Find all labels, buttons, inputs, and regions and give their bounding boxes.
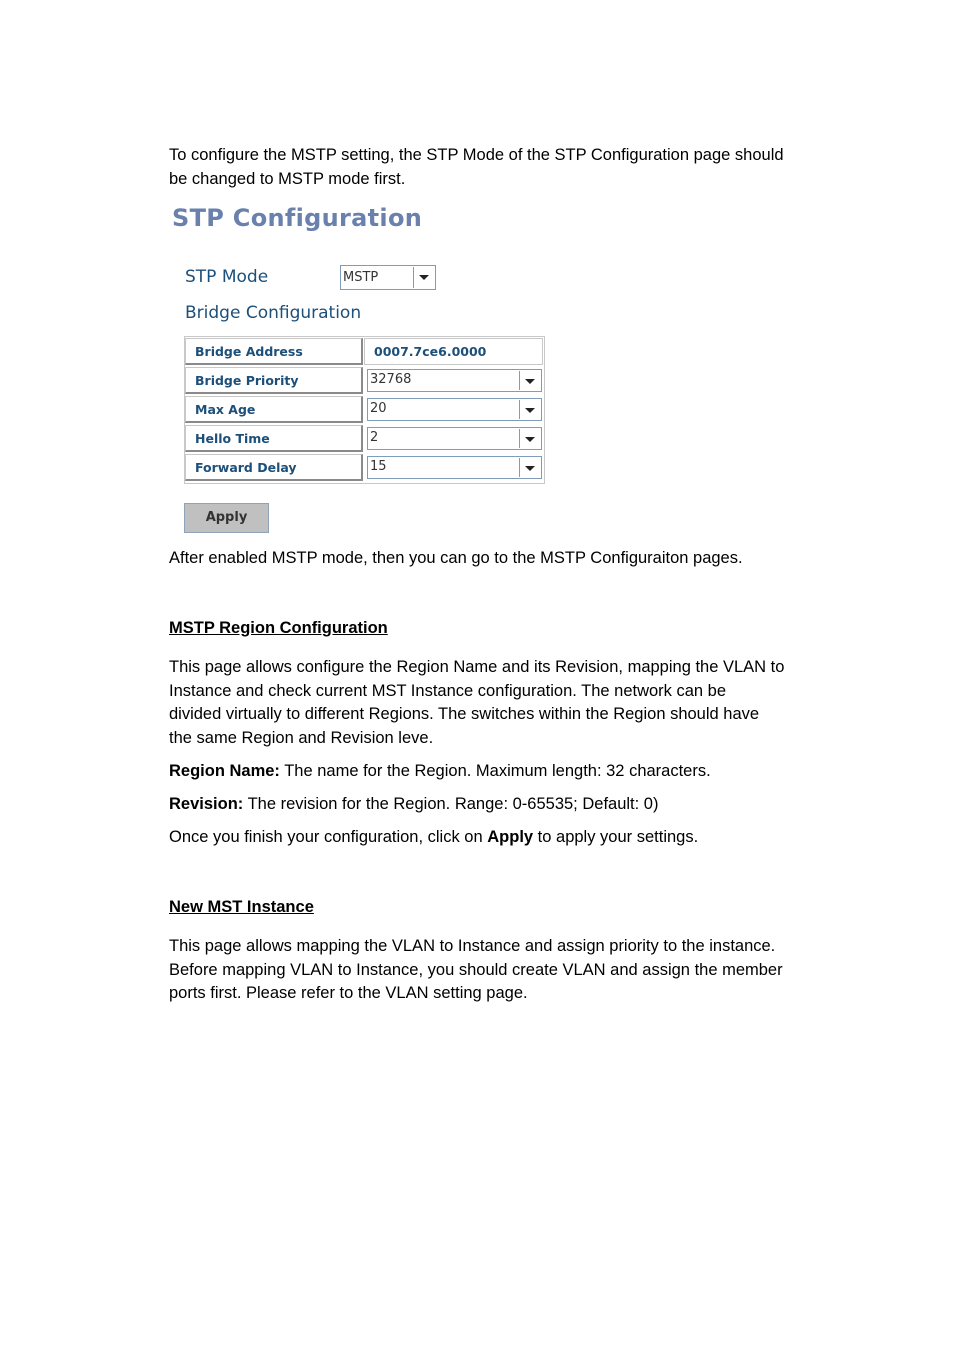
finish-apply-bold: Apply [487, 828, 534, 846]
bridge-configuration-title: Bridge Configuration [185, 303, 362, 323]
bridge-priority-label: Bridge Priority [185, 367, 363, 394]
max-age-value: 20 [370, 401, 387, 416]
revision-term: Revision: [169, 795, 244, 813]
chevron-down-icon[interactable] [519, 400, 540, 419]
region-name-term: Region Name: [169, 762, 280, 780]
new-mst-instance-heading: New MST Instance [169, 898, 314, 916]
finish-post: to apply your settings. [533, 828, 699, 846]
bridge-priority-value: 32768 [370, 372, 412, 387]
hello-time-select[interactable]: 2 [367, 427, 542, 450]
region-desc-line-1: This page allows configure the Region Na… [169, 658, 785, 676]
region-name-definition: Region Name: The name for the Region. Ma… [169, 760, 829, 784]
region-name-desc: The name for the Region. Maximum length:… [279, 762, 711, 780]
stp-mode-value: MSTP [343, 270, 379, 285]
finish-instruction: Once you finish your configuration, clic… [169, 826, 829, 850]
region-desc-line-2: Instance and check current MST Instance … [169, 681, 727, 700]
stp-config-title: STP Configuration [172, 204, 423, 232]
intro-line-2: be changed to MSTP mode first. [169, 169, 406, 188]
max-age-select[interactable]: 20 [367, 398, 542, 421]
table-row-bridge-address: Bridge Address 0007.7ce6.0000 [185, 337, 544, 366]
chevron-down-icon[interactable] [519, 458, 540, 477]
intro-line-1: To configure the MSTP setting, the STP M… [169, 146, 784, 164]
chevron-down-icon[interactable] [519, 429, 540, 448]
bridge-address-value: 0007.7ce6.0000 [364, 338, 543, 365]
revision-definition: Revision: The revision for the Region. R… [169, 793, 829, 817]
instance-desc-line-2: Before mapping VLAN to Instance, you sho… [169, 960, 783, 979]
chevron-down-icon[interactable] [413, 267, 434, 288]
stp-mode-label: STP Mode [185, 267, 269, 287]
table-row-forward-delay: Forward Delay 15 [185, 453, 544, 482]
region-desc-line-3: divided virtually to different Regions. … [169, 705, 760, 723]
region-desc-line-4: the same Region and Revision leve. [169, 728, 434, 747]
hello-time-value: 2 [370, 430, 379, 445]
instance-description: This page allows mapping the VLAN to Ins… [169, 935, 829, 1006]
bridge-address-label: Bridge Address [185, 338, 363, 365]
region-description: This page allows configure the Region Na… [169, 656, 829, 750]
table-row-bridge-priority: Bridge Priority 32768 [185, 366, 544, 395]
instance-desc-line-1: This page allows mapping the VLAN to Ins… [169, 937, 776, 955]
bridge-config-table: Bridge Address 0007.7ce6.0000 Bridge Pri… [184, 336, 545, 484]
apply-button[interactable]: Apply [184, 503, 269, 533]
mstp-region-heading: MSTP Region Configuration [169, 619, 388, 637]
table-row-max-age: Max Age 20 [185, 395, 544, 424]
table-row-hello-time: Hello Time 2 [185, 424, 544, 453]
after-enable-text: After enabled MSTP mode, then you can go… [169, 549, 743, 567]
bridge-priority-select[interactable]: 32768 [367, 369, 542, 392]
revision-desc: The revision for the Region. Range: 0-65… [243, 795, 659, 813]
hello-time-label: Hello Time [185, 425, 363, 452]
max-age-label: Max Age [185, 396, 363, 423]
chevron-down-icon[interactable] [519, 371, 540, 390]
instance-desc-line-3: ports first. Please refer to the VLAN se… [169, 984, 528, 1002]
forward-delay-label: Forward Delay [185, 454, 363, 481]
stp-mode-select[interactable]: MSTP [340, 265, 436, 290]
forward-delay-value: 15 [370, 459, 387, 474]
forward-delay-select[interactable]: 15 [367, 456, 542, 479]
intro-paragraph: To configure the MSTP setting, the STP M… [169, 144, 829, 191]
finish-pre: Once you finish your configuration, clic… [169, 828, 488, 846]
